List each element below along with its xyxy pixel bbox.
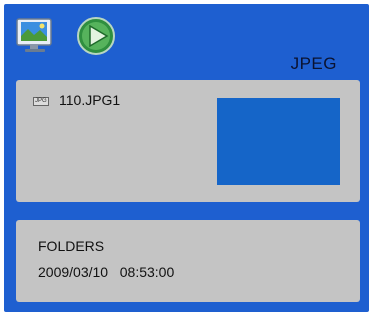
date-value: 2009/03/10 [38,264,109,280]
file-panel: JPG 110.JPG1 [16,80,360,202]
monitor-icon[interactable] [16,16,56,56]
image-preview [217,98,340,185]
filename[interactable]: 110.JPG1 [59,92,120,108]
date-time: 2009/03/10 08:53:00 [38,264,174,280]
time-value: 08:53:00 [119,264,175,280]
media-player-screen: JPEG JPG 110.JPG1 FOLDERS 2009/03/10 08:… [4,4,369,312]
info-panel: FOLDERS 2009/03/10 08:53:00 [16,220,360,302]
folders-label: FOLDERS [38,238,105,254]
jpg-file-icon: JPG [33,97,49,106]
play-icon[interactable] [76,16,116,56]
mode-label: JPEG [290,54,337,73]
